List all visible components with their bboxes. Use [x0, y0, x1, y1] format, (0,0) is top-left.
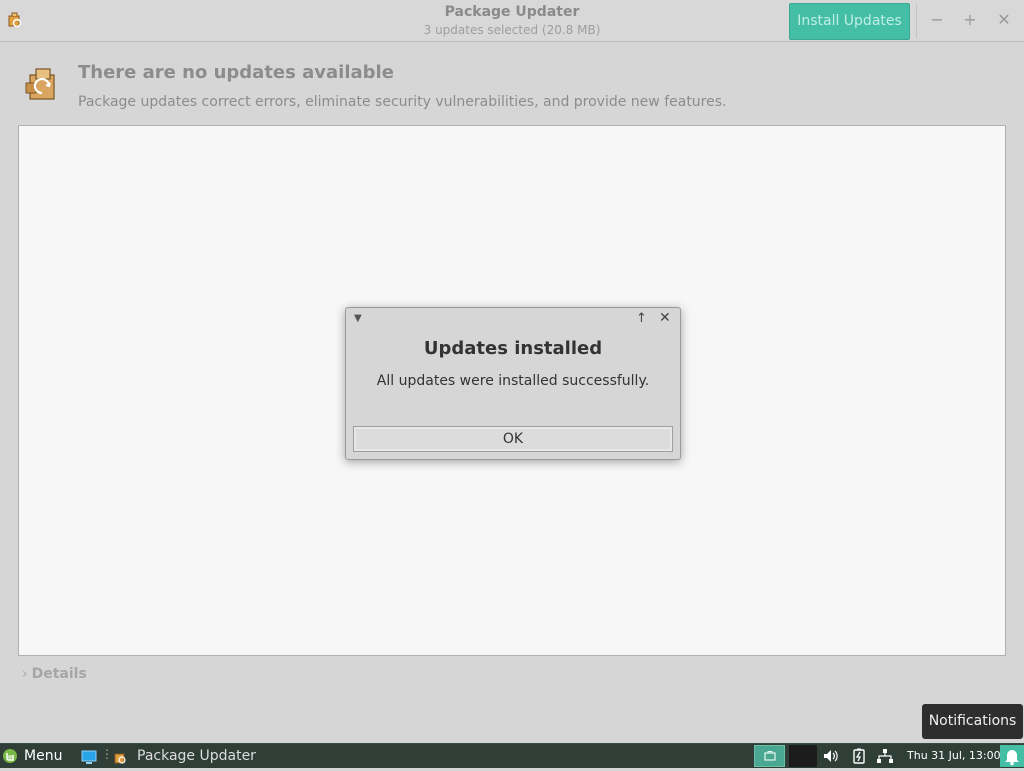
show-desktop-icon[interactable] — [81, 749, 97, 764]
details-expander[interactable]: › Details — [22, 666, 87, 682]
dialog-close-icon[interactable]: ✕ — [659, 310, 671, 326]
panel-handle-icon: ⋮ — [101, 747, 113, 761]
volume-icon[interactable] — [822, 748, 840, 764]
package-updater-taskbar-icon — [113, 749, 127, 764]
dialog-message: All updates were installed successfully. — [376, 373, 650, 389]
dialog-title: Updates installed — [423, 338, 603, 359]
header-separator — [916, 4, 917, 38]
software-update-icon — [24, 65, 62, 103]
window-menu-icon[interactable]: ▼ — [354, 313, 362, 324]
tray-slot — [789, 745, 817, 767]
notifications-bell-icon[interactable] — [1000, 745, 1024, 767]
network-icon[interactable] — [876, 748, 894, 764]
package-updater-icon — [7, 12, 23, 28]
update-tray-icon[interactable] — [754, 745, 785, 767]
details-label: Details — [31, 666, 87, 682]
menu-button[interactable]: Menu — [24, 748, 62, 764]
minimize-button[interactable]: − — [927, 10, 947, 30]
notifications-tooltip: Notifications — [922, 704, 1023, 739]
info-title: There are no updates available — [78, 62, 394, 83]
clock[interactable]: Thu 31 Jul, 13:00 — [907, 749, 1001, 762]
mint-menu-icon[interactable] — [2, 748, 18, 764]
maximize-button[interactable]: + — [960, 10, 980, 30]
title-block: Package Updater 3 updates selected (20.8… — [312, 3, 712, 39]
close-button[interactable]: ✕ — [994, 10, 1014, 30]
install-updates-button[interactable]: Install Updates — [789, 3, 910, 40]
window-title: Package Updater — [444, 4, 580, 20]
chevron-right-icon: › — [22, 666, 28, 682]
ok-button[interactable]: OK — [353, 426, 673, 452]
window-subtitle: 3 updates selected (20.8 MB) — [423, 23, 601, 37]
battery-icon[interactable] — [850, 748, 868, 764]
header-bar: Package Updater 3 updates selected (20.8… — [0, 0, 1024, 42]
keep-above-icon[interactable]: ↑ — [636, 311, 647, 326]
taskbar: Menu ⋮ Package Updater Thu 31 Jul, 13:00 — [0, 743, 1024, 768]
updates-installed-dialog: ▼ ↑ ✕ Updates installed All updates were… — [345, 307, 681, 460]
info-description: Package updates correct errors, eliminat… — [78, 94, 727, 110]
taskbar-window-item[interactable]: Package Updater — [137, 748, 256, 764]
